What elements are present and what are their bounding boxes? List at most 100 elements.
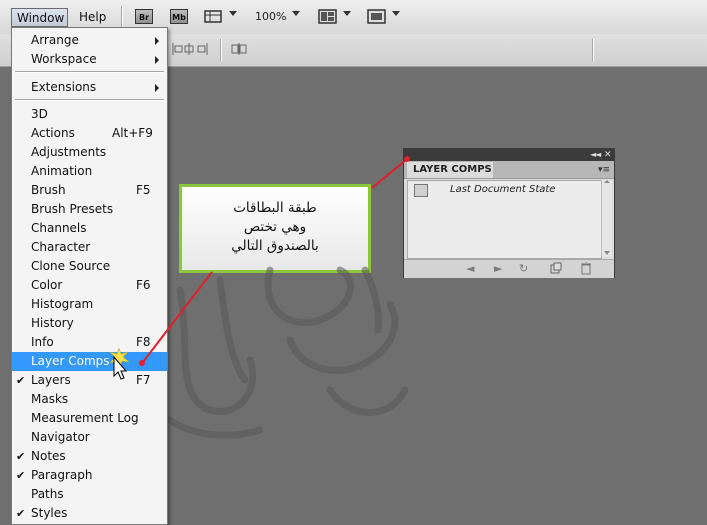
menu-item-layer-comps[interactable]: Layer Comps [12,352,167,371]
layer-comps-list: Last Document State [407,180,602,259]
menu-item-paragraph[interactable]: ✔ Paragraph [12,466,167,485]
menu-item-label: Extensions [31,80,97,94]
tab-layer-comps[interactable]: LAYER COMPS [407,162,493,178]
menu-item-label: History [31,316,74,330]
menu-item-color[interactable]: Color F6 [12,276,167,295]
scrollbar[interactable] [601,180,612,257]
checkmark-icon: ✔ [16,450,26,463]
close-icon[interactable]: ✕ [604,149,612,161]
menu-item-actions[interactable]: Actions Alt+F9 [12,124,167,143]
collapse-icon[interactable]: ◄◄ [590,149,601,161]
toolbar-separator [121,6,122,28]
checkmark-icon: ✔ [16,374,26,387]
screen-mode-icon[interactable] [367,9,387,24]
menu-item-paths[interactable]: Paths [12,485,167,504]
submenu-arrow-icon [155,37,159,45]
menu-item-label: Layers [31,373,71,387]
zoom-level[interactable]: 100% [255,9,286,25]
arrange-documents-icon[interactable] [318,9,338,24]
menu-item-label: Adjustments [31,145,107,159]
menu-item-channels[interactable]: Channels [12,219,167,238]
menu-item-info[interactable]: Info F8 [12,333,167,352]
next-comp-icon[interactable]: ► [494,262,502,276]
menu-separator [15,71,164,72]
window-menu[interactable]: Window [11,8,68,27]
menu-item-label: Paragraph [31,468,93,482]
menu-item-label: Histogram [31,297,94,311]
trash-icon[interactable] [580,261,592,279]
menu-item-label: Masks [31,392,69,406]
menu-item-label: Styles [31,506,68,520]
last-document-state-label: Last Document State [450,184,556,195]
menu-item-layers[interactable]: ✔ Layers F7 [12,371,167,390]
menu-item-label: Measurement Log [31,411,139,425]
window-menu-dropdown: Arrange Workspace Extensions 3D Actions … [11,27,168,525]
chevron-down-icon[interactable] [292,11,300,16]
menu-item-label: Brush Presets [31,202,114,216]
menu-item-label: Actions [31,126,75,140]
menu-item-label: Notes [31,449,66,463]
menu-item-extensions[interactable]: Extensions [12,78,167,97]
annotation-line: وهي تختص [243,219,307,235]
new-comp-icon[interactable] [550,262,562,278]
menu-item-label: Arrange [31,33,79,47]
list-item[interactable]: Last Document State [408,181,601,199]
panel-footer: ◄ ► ↻ [404,259,614,278]
menu-item-label: Paths [31,487,64,501]
checkmark-icon: ✔ [16,507,26,520]
menu-item-shortcut: F7 [136,373,151,387]
submenu-arrow-icon [155,84,159,92]
menu-item-measurement-log[interactable]: Measurement Log [12,409,167,428]
menu-item-masks[interactable]: Masks [12,390,167,409]
menu-item-brush-presets[interactable]: Brush Presets [12,200,167,219]
previous-comp-icon[interactable]: ◄ [466,262,474,276]
menu-item-adjustments[interactable]: Adjustments [12,143,167,162]
submenu-arrow-icon [155,56,159,64]
menu-item-histogram[interactable]: Histogram [12,295,167,314]
menu-item-label: Layer Comps [31,354,110,368]
menu-item-label: Color [31,278,63,292]
help-menu[interactable]: Help [74,8,110,27]
document-state-icon [414,184,428,197]
menu-item-label: Info [31,335,54,349]
annotation-text: طبقة البطاقات وهي تختص بالصندوق التالي [190,199,360,256]
toolbar-separator [220,39,221,61]
menu-item-label: Brush [31,183,66,197]
chevron-down-icon[interactable] [343,11,351,16]
view-extras-icon[interactable] [204,9,224,24]
annotation-line: طبقة البطاقات [233,200,317,216]
menu-item-animation[interactable]: Animation [12,162,167,181]
chevron-down-icon[interactable] [392,11,400,16]
menu-item-label: Navigator [31,430,90,444]
align-right-edges-icon[interactable] [196,42,208,56]
menu-item-navigator[interactable]: Navigator [12,428,167,447]
menu-item-clone-source[interactable]: Clone Source [12,257,167,276]
menu-item-character[interactable]: Character [12,238,167,257]
menu-item-history[interactable]: History [12,314,167,333]
menu-item-shortcut: F5 [136,183,151,197]
launch-mini-bridge-button[interactable]: Mb [170,9,188,24]
toolbar-separator [592,39,593,61]
menu-item-label: Character [31,240,91,254]
auto-align-layers-icon[interactable] [231,42,247,56]
align-horizontal-centers-icon[interactable] [183,42,195,56]
menu-item-shortcut: F8 [136,335,151,349]
menu-item-styles[interactable]: ✔ Styles [12,504,167,523]
menu-item-shortcut: F6 [136,278,151,292]
panel-menu-icon[interactable]: ▾≡ [598,164,610,176]
menu-item-notes[interactable]: ✔ Notes [12,447,167,466]
menu-item-3d[interactable]: 3D [12,105,167,124]
launch-bridge-button[interactable]: Br [135,9,153,24]
menu-item-shortcut: Alt+F9 [112,126,153,140]
panel-header[interactable]: ◄◄ ✕ [404,149,614,161]
menu-item-workspace[interactable]: Workspace [12,50,167,69]
update-comp-icon[interactable]: ↻ [519,262,528,276]
menu-item-label: Animation [31,164,93,178]
menu-item-label: Clone Source [31,259,111,273]
menu-item-label: Channels [31,221,87,235]
menu-item-arrange[interactable]: Arrange [12,31,167,50]
menu-separator [15,99,164,100]
menu-item-brush[interactable]: Brush F5 [12,181,167,200]
menu-item-label: Workspace [31,52,97,66]
chevron-down-icon[interactable] [229,11,237,16]
